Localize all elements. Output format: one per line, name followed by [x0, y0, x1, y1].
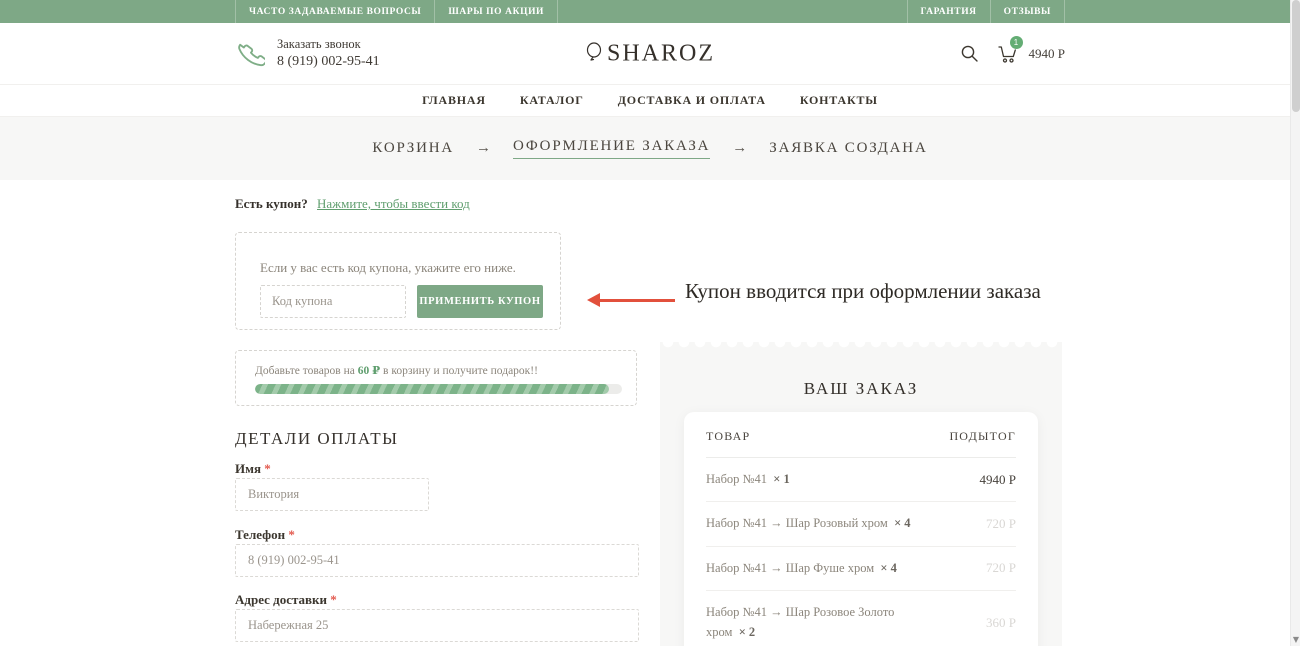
phone-field-label: Телефон * — [235, 527, 295, 543]
step-cart[interactable]: КОРЗИНА — [372, 140, 454, 157]
call-block[interactable]: Заказать звонок 8 (919) 002-95-41 — [235, 37, 380, 70]
order-row: Набор №41 → Шар Фуше хром × 4 720 Р — [706, 547, 1016, 591]
order-item-name: Набор №41 → Шар Розовый хром — [706, 516, 888, 530]
order-item-name: Набор №41 → Шар Розовое Золото хром — [706, 605, 894, 638]
topbar-left-links: ЧАСТО ЗАДАВАЕМЫЕ ВОПРОСЫ ШАРЫ ПО АКЦИИ — [235, 0, 558, 23]
order-item-qty: × 4 — [894, 516, 911, 530]
gift-progress-box: Добавьте товаров на 60 ₽ в корзину и пол… — [235, 350, 637, 406]
order-col-subtotal: ПОДЫТОГ — [949, 429, 1016, 444]
apply-coupon-button[interactable]: ПРИМЕНИТЬ КУПОН — [417, 285, 543, 318]
step-arrow-icon: → — [476, 140, 491, 157]
topbar-link-warranty[interactable]: ГАРАНТИЯ — [907, 0, 990, 23]
balloon-icon — [585, 42, 605, 66]
name-field[interactable] — [235, 478, 429, 511]
coupon-hint: Если у вас есть код купона, укажите его … — [260, 260, 516, 276]
order-item-qty: × 2 — [739, 625, 756, 639]
cart-button[interactable]: 1 4940 Р — [997, 43, 1065, 65]
gift-progress-fill — [255, 384, 609, 394]
header: Заказать звонок 8 (919) 002-95-41 SHAROZ — [0, 23, 1300, 85]
name-field-label: Имя * — [235, 461, 271, 477]
phone-field[interactable] — [235, 544, 639, 577]
order-item-price: 4940 Р — [980, 472, 1016, 488]
nav-delivery[interactable]: ДОСТАВКА И ОПЛАТА — [618, 93, 766, 108]
order-col-product: ТОВАР — [706, 429, 750, 444]
header-phone-number: 8 (919) 002-95-41 — [277, 54, 380, 70]
step-checkout-active[interactable]: ОФОРМЛЕНИЕ ЗАКАЗА — [513, 138, 710, 159]
coupon-toggle-row: Есть купон? Нажмите, чтобы ввести код — [235, 196, 470, 212]
gift-progress-amount: 60 ₽ — [358, 365, 380, 377]
order-item-qty: × 4 — [880, 561, 897, 575]
annotation-text: Купон вводится при оформлении заказа — [685, 279, 1041, 304]
scrollbar-thumb[interactable] — [1292, 0, 1300, 112]
gift-progress-track — [255, 384, 622, 394]
nav-contacts[interactable]: КОНТАКТЫ — [800, 93, 878, 108]
order-item-name: Набор №41 — [706, 472, 767, 486]
coupon-form: Если у вас есть код купона, укажите его … — [235, 232, 561, 330]
step-order-created: ЗАЯВКА СОЗДАНА — [769, 140, 927, 157]
nav-home[interactable]: ГЛАВНАЯ — [422, 93, 486, 108]
call-label: Заказать звонок — [277, 37, 380, 52]
phone-icon — [235, 39, 265, 69]
order-item-name: Набор №41 → Шар Фуше хром — [706, 561, 874, 575]
topbar: ЧАСТО ЗАДАВАЕМЫЕ ВОПРОСЫ ШАРЫ ПО АКЦИИ Г… — [0, 0, 1300, 23]
coupon-toggle-link[interactable]: Нажмите, чтобы ввести код — [317, 196, 470, 211]
order-item-qty: × 1 — [773, 472, 790, 486]
scrollbar-down-arrow[interactable]: ▼ — [1291, 635, 1300, 644]
page-scrollbar[interactable]: ▼ — [1290, 0, 1300, 646]
billing-title: ДЕТАЛИ ОПЛАТЫ — [235, 429, 398, 449]
search-icon[interactable] — [960, 44, 979, 63]
coupon-question: Есть купон? — [235, 196, 308, 211]
order-item-price: 360 Р — [986, 615, 1016, 631]
cart-total: 4940 Р — [1029, 46, 1065, 62]
logo[interactable]: SHAROZ — [585, 40, 715, 67]
logo-text: SHAROZ — [607, 40, 715, 67]
order-row: Набор №41 × 1 4940 Р — [706, 458, 1016, 502]
order-table-header: ТОВАР ПОДЫТОГ — [706, 429, 1016, 458]
topbar-right-links: ГАРАНТИЯ ОТЗЫВЫ — [907, 0, 1065, 23]
order-summary-card: ТОВАР ПОДЫТОГ Набор №41 × 1 4940 Р Набор… — [684, 412, 1038, 646]
order-item-price: 720 Р — [986, 560, 1016, 576]
cart-count-badge: 1 — [1010, 36, 1023, 49]
topbar-link-faq[interactable]: ЧАСТО ЗАДАВАЕМЫЕ ВОПРОСЫ — [235, 0, 434, 23]
order-row: Набор №41 → Шар Розовое Золото хром × 2 … — [706, 591, 1016, 646]
address-field-label: Адрес доставки * — [235, 592, 337, 608]
gift-progress-text: Добавьте товаров на 60 ₽ в корзину и пол… — [255, 363, 538, 377]
address-field[interactable] — [235, 609, 639, 642]
order-row: Набор №41 → Шар Розовый хром × 4 720 Р — [706, 502, 1016, 546]
annotation-arrow-icon — [587, 293, 675, 307]
nav-catalog[interactable]: КАТАЛОГ — [520, 93, 584, 108]
order-summary-title: ВАШ ЗАКАЗ — [660, 379, 1062, 399]
topbar-link-reviews[interactable]: ОТЗЫВЫ — [990, 0, 1065, 23]
main-nav: ГЛАВНАЯ КАТАЛОГ ДОСТАВКА И ОПЛАТА КОНТАК… — [0, 85, 1300, 117]
checkout-steps: КОРЗИНА → ОФОРМЛЕНИЕ ЗАКАЗА → ЗАЯВКА СОЗ… — [0, 117, 1300, 180]
topbar-link-sale-balloons[interactable]: ШАРЫ ПО АКЦИИ — [434, 0, 558, 23]
order-summary-panel: ВАШ ЗАКАЗ ТОВАР ПОДЫТОГ Набор №41 × 1 49… — [660, 342, 1062, 646]
order-item-price: 720 Р — [986, 516, 1016, 532]
receipt-scallop-edge — [660, 342, 1062, 351]
step-arrow-icon: → — [732, 140, 747, 157]
checkout-main: Есть купон? Нажмите, чтобы ввести код Ес… — [0, 180, 1300, 646]
coupon-code-input[interactable] — [260, 285, 406, 318]
